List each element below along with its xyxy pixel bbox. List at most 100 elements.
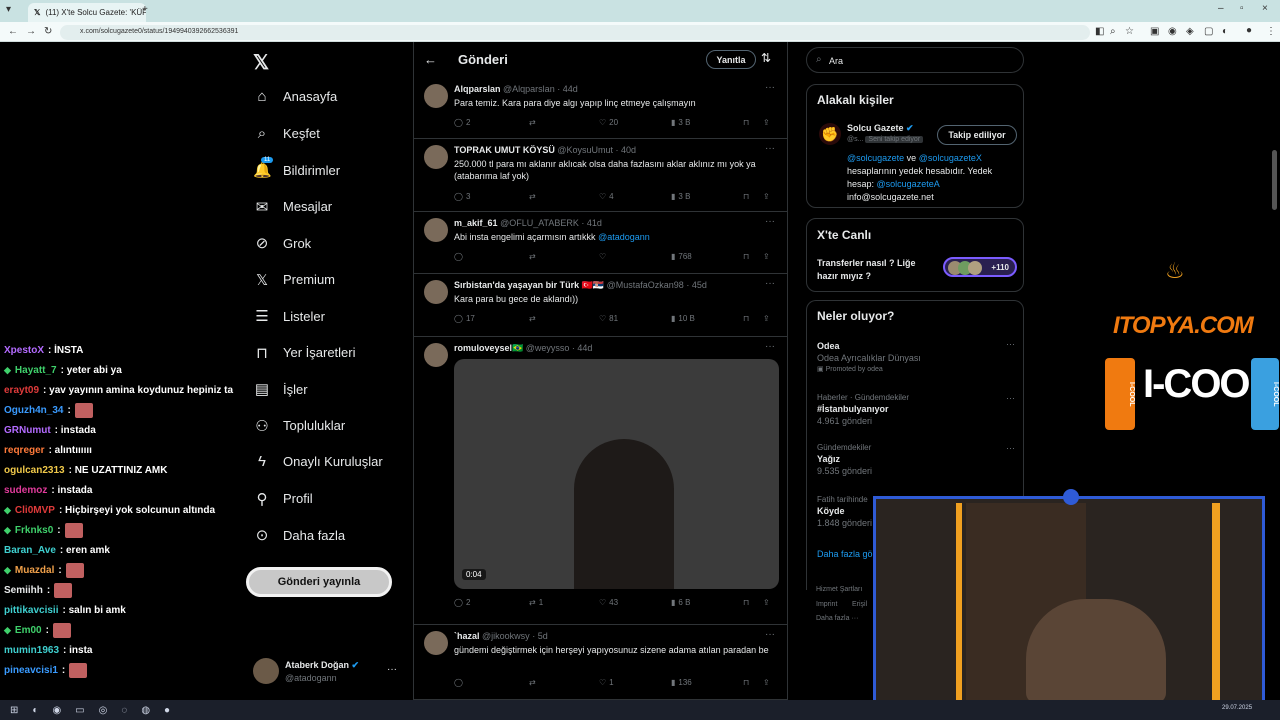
author-handle[interactable]: @weyysso — [526, 343, 570, 353]
avatar[interactable]: ✊ — [819, 123, 841, 145]
bookmark-icon[interactable]: ⊓ — [743, 598, 763, 607]
mention-link[interactable]: @atadogann — [598, 232, 650, 242]
author-handle[interactable]: @OFLU_ATABERK — [500, 218, 579, 228]
bookmark-icon[interactable]: ⊓ — [743, 252, 763, 261]
chat-username[interactable]: Baran_Ave — [4, 545, 56, 556]
reply-action[interactable]: ◯ — [454, 678, 529, 687]
close-window-icon[interactable]: × — [1262, 3, 1268, 14]
share-icon[interactable]: ⇪ — [763, 314, 770, 323]
post-button[interactable]: Gönderi yayınla — [246, 567, 392, 597]
tweet-time[interactable]: · 5d — [532, 631, 548, 641]
bookmark-icon[interactable]: ⊓ — [743, 678, 763, 687]
chat-username[interactable]: Oguzh4n_34 — [4, 405, 63, 416]
extension-icon[interactable]: ◐ — [1222, 26, 1228, 37]
chat-username[interactable]: Cli0MVP — [15, 505, 55, 516]
sidebar-item-7[interactable]: ⊓ Yer İşaretleri — [253, 344, 355, 362]
retweet-action[interactable]: ⇄ — [529, 678, 599, 687]
tweet[interactable]: TOPRAK UMUT KÖYSÜ @KoysuUmut · 40d ··· 250… — [414, 139, 787, 212]
reply-action[interactable]: ◯ 3 — [454, 192, 529, 201]
chat-username[interactable]: GRNumut — [4, 425, 51, 436]
like-action[interactable]: ♡ 4 — [599, 192, 671, 201]
app-icon[interactable]: ◐ — [32, 705, 38, 716]
zoom-icon[interactable]: ⌕ — [1110, 26, 1116, 37]
back-icon[interactable]: ← — [424, 52, 437, 67]
mention-link[interactable]: @solcugazete — [847, 153, 904, 163]
retweet-action[interactable]: ⇄ — [529, 118, 599, 127]
author-handle[interactable]: @Alqparslan — [503, 84, 555, 94]
extension-icon[interactable]: ◉ — [1168, 26, 1177, 37]
app-icon[interactable]: ● — [164, 705, 170, 716]
retweet-action[interactable]: ⇄ — [529, 192, 599, 201]
more-icon[interactable]: ··· — [387, 664, 397, 675]
chat-username[interactable]: Em00 — [15, 625, 42, 636]
author-handle[interactable]: @KoysuUmut — [557, 145, 613, 155]
related-name[interactable]: Solcu Gazete ✔ — [847, 123, 914, 134]
tweet-time[interactable]: · 45d — [686, 280, 707, 290]
tweet-time[interactable]: · 41d — [581, 218, 602, 228]
chat-username[interactable]: Frknks0 — [15, 525, 53, 536]
share-icon[interactable]: ⇪ — [763, 598, 770, 607]
sidebar-item-12[interactable]: ⊙ Daha fazla — [253, 526, 345, 544]
views-action[interactable]: ▮ 10 B — [671, 314, 743, 323]
chat-username[interactable]: pineavcisi1 — [4, 665, 58, 676]
footer-link[interactable]: Daha fazla ··· — [816, 615, 858, 622]
avatar[interactable] — [424, 343, 448, 367]
app-icon[interactable]: ◍ — [141, 705, 150, 716]
avatar[interactable] — [424, 631, 448, 655]
bookmark-icon[interactable]: ⊓ — [743, 192, 763, 201]
sidebar-item-8[interactable]: ▤ İşler — [253, 380, 308, 398]
sidebar-item-4[interactable]: ⊘ Grok — [253, 234, 311, 252]
more-icon[interactable]: ··· — [765, 341, 775, 352]
more-icon[interactable]: ··· — [1006, 443, 1015, 453]
app-icon[interactable]: ◉ — [52, 705, 61, 716]
views-action[interactable]: ▮ 136 — [671, 678, 743, 687]
tweet[interactable]: Alqparslan @Alqparslan · 44d ··· Para temi… — [414, 78, 787, 139]
views-action[interactable]: ▮ 3 B — [671, 192, 743, 201]
chat-username[interactable]: pittikavcisii — [4, 605, 58, 616]
author-name[interactable]: `hazal — [454, 631, 480, 641]
following-button[interactable]: Takip ediliyor — [937, 125, 1017, 145]
more-icon[interactable]: ··· — [765, 143, 775, 154]
scrollbar[interactable] — [1272, 150, 1277, 210]
retweet-action[interactable]: ⇄ — [529, 252, 599, 261]
browser-menu-icon[interactable]: ▾ — [6, 4, 11, 15]
whatsapp-icon[interactable]: ◌ — [121, 705, 127, 716]
avatar[interactable] — [424, 145, 448, 169]
like-action[interactable]: ♡ 20 — [599, 118, 671, 127]
live-space-title[interactable]: Transferler nasıl ? Liğe hazır mıyız ? — [817, 257, 937, 283]
trend-item[interactable]: Haberler · Gündemdekiler #İstanbulyanıyor… — [817, 393, 1017, 426]
extension-icon[interactable]: ◈ — [1186, 26, 1194, 37]
chat-username[interactable]: ogulcan2313 — [4, 465, 65, 476]
tweet-time[interactable]: · 44d — [572, 343, 593, 353]
more-icon[interactable]: ··· — [765, 216, 775, 227]
chat-username[interactable]: erayt09 — [4, 385, 39, 396]
retweet-action[interactable]: ⇄ 1 — [529, 598, 599, 607]
author-handle[interactable]: @jikookwsy — [482, 631, 530, 641]
bookmark-icon[interactable]: ⊓ — [743, 314, 763, 323]
mention-link[interactable]: @solcugazeteX — [919, 153, 982, 163]
share-icon[interactable]: ⇪ — [763, 252, 770, 261]
new-tab-button[interactable]: + — [142, 4, 148, 15]
tweet-time[interactable]: · 44d — [557, 84, 578, 94]
sidebar-item-0[interactable]: ⌂ Anasayfa — [253, 88, 337, 105]
views-action[interactable]: ▮ 768 — [671, 252, 743, 261]
reply-button[interactable]: Yanıtla — [706, 50, 756, 69]
browser-tab[interactable]: 𝕏 (11) X'te Solcu Gazete: 'KÜFÜR × — [28, 3, 146, 22]
x-logo-icon[interactable]: 𝕏 — [253, 50, 269, 75]
author-handle[interactable]: @MustafaOzkan98 — [607, 280, 684, 290]
back-icon[interactable]: ← — [8, 26, 18, 37]
share-icon[interactable]: ⇪ — [763, 678, 770, 687]
more-icon[interactable]: ··· — [765, 82, 775, 93]
chat-username[interactable]: reqreger — [4, 445, 45, 456]
sidebar-item-10[interactable]: ϟ Onaylı Kuruluşlar — [253, 453, 383, 470]
like-action[interactable]: ♡ — [599, 252, 671, 261]
mention-link[interactable]: @solcugazeteA — [877, 179, 940, 189]
footer-link[interactable]: Hizmet Şartları — [816, 586, 862, 593]
more-icon[interactable]: ··· — [1006, 393, 1015, 403]
trend-item[interactable]: Odea Odea Ayrıcalıklar Dünyası ▣ Promoted … — [817, 339, 1017, 373]
search-input[interactable]: ⌕ Ara — [806, 47, 1024, 73]
reply-action[interactable]: ◯ 17 — [454, 314, 529, 323]
url-field[interactable]: x.com/solcugazete0/status/19499403926625… — [60, 25, 1090, 40]
sidebar-item-3[interactable]: ✉ Mesajlar — [253, 198, 332, 216]
menu-icon[interactable]: ⋮ — [1266, 26, 1276, 37]
